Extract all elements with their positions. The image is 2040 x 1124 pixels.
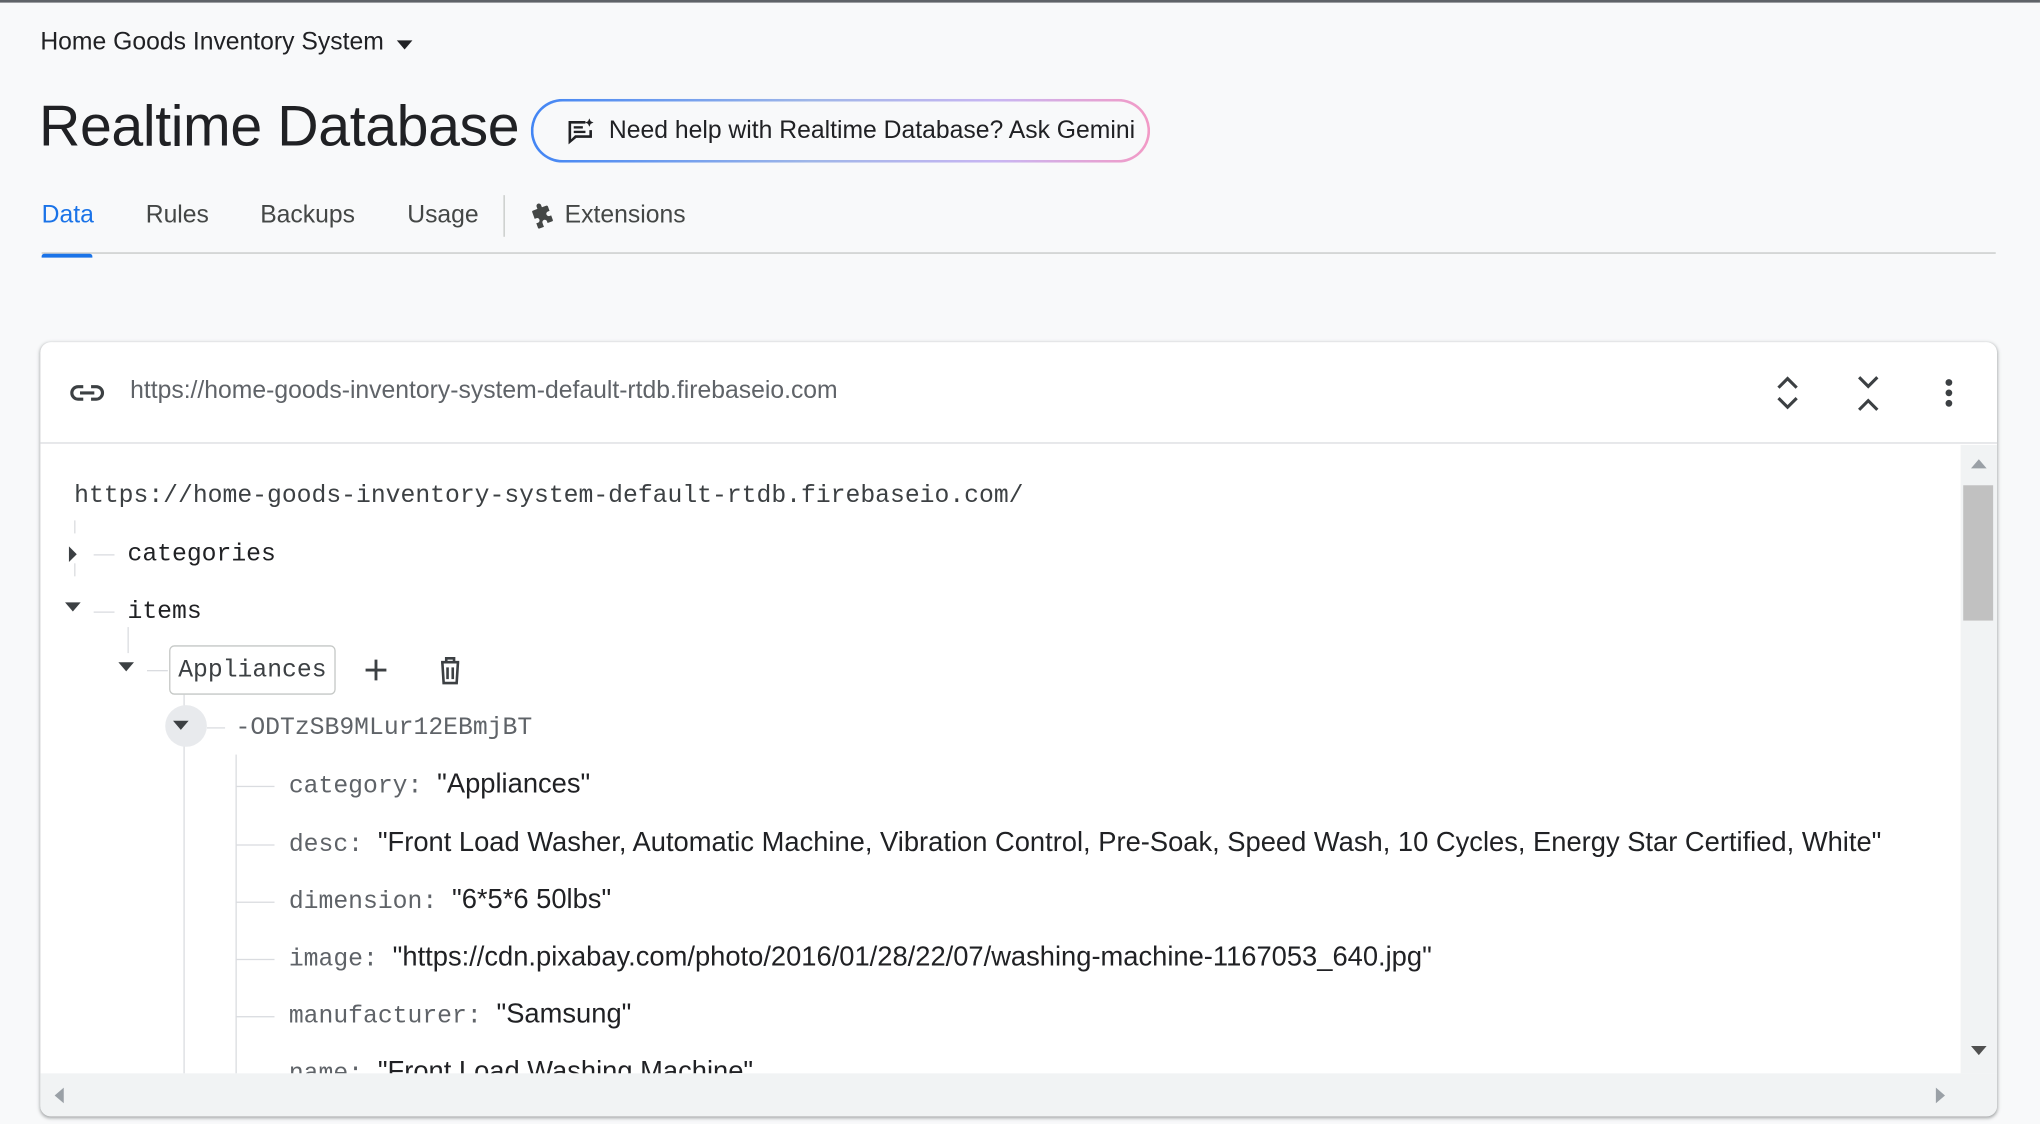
project-name: Home Goods Inventory System <box>40 28 384 56</box>
database-tree: https://home-goods-inventory-system-defa… <box>40 445 1960 1074</box>
expand-all-icon[interactable] <box>1765 371 1809 415</box>
link-icon[interactable] <box>69 377 105 408</box>
field-dimension[interactable]: dimension: "6*5*6 50lbs" <box>289 885 611 916</box>
horizontal-scrollbar[interactable] <box>40 1073 1998 1117</box>
field-image[interactable]: image: "https://cdn.pixabay.com/photo/20… <box>289 942 1432 973</box>
panel-header: https://home-goods-inventory-system-defa… <box>40 342 1998 444</box>
trash-icon[interactable] <box>436 654 465 685</box>
field-desc[interactable]: desc: "Front Load Washer, Automatic Mach… <box>289 827 1882 858</box>
node-record-id[interactable]: -ODTzSB9MLur12EBmjBT <box>235 713 532 742</box>
tab-usage[interactable]: Usage <box>407 202 478 231</box>
ask-gemini-button[interactable]: Need help with Realtime Database? Ask Ge… <box>531 99 1150 163</box>
tab-backups[interactable]: Backups <box>260 202 355 231</box>
tab-divider <box>503 195 505 237</box>
tab-extensions-label: Extensions <box>564 201 686 229</box>
tab-extensions[interactable]: Extensions <box>528 201 686 231</box>
plus-icon[interactable] <box>362 656 391 685</box>
root-url: https://home-goods-inventory-system-defa… <box>74 481 1024 510</box>
more-vert-icon[interactable] <box>1927 371 1971 415</box>
collapse-all-icon[interactable] <box>1846 371 1890 415</box>
scroll-up-icon[interactable] <box>1970 457 1988 470</box>
database-panel: https://home-goods-inventory-system-defa… <box>40 342 1998 1117</box>
node-appliances-key[interactable]: Appliances <box>169 645 336 695</box>
top-border <box>0 0 2040 3</box>
database-url[interactable]: https://home-goods-inventory-system-defa… <box>130 377 838 406</box>
ask-gemini-label: Need help with Realtime Database? Ask Ge… <box>608 116 1136 144</box>
collapse-arrow-icon[interactable] <box>173 720 189 730</box>
puzzle-icon <box>532 203 553 229</box>
scroll-down-icon[interactable] <box>1970 1045 1988 1058</box>
field-name[interactable]: name: "Front Load Washing Machine" <box>289 1056 753 1073</box>
page-title: Realtime Database <box>39 94 520 159</box>
tab-data-label: Data <box>41 201 94 229</box>
tab-rules[interactable]: Rules <box>146 202 209 231</box>
vertical-scroll-thumb[interactable] <box>1963 485 1994 621</box>
scroll-right-icon[interactable] <box>1935 1086 1948 1104</box>
scroll-left-icon[interactable] <box>52 1086 65 1104</box>
project-selector[interactable]: Home Goods Inventory System <box>40 28 413 58</box>
node-categories[interactable]: categories <box>127 540 275 569</box>
field-manufacturer[interactable]: manufacturer: "Samsung" <box>289 999 632 1030</box>
caret-down-icon <box>396 39 413 49</box>
tab-backups-label: Backups <box>260 201 356 229</box>
tab-rules-label: Rules <box>145 201 209 229</box>
tab-bar: Data Rules Backups Usage Extensions <box>41 195 1996 258</box>
chat-spark-icon <box>568 117 594 144</box>
collapse-arrow-icon[interactable] <box>65 602 81 612</box>
tab-usage-label: Usage <box>407 201 479 229</box>
expand-arrow-icon[interactable] <box>68 546 77 563</box>
tab-data[interactable]: Data <box>41 201 94 258</box>
node-items[interactable]: items <box>127 597 201 626</box>
active-tab-indicator <box>41 253 93 258</box>
node-appliances-label: Appliances <box>178 655 327 685</box>
field-category[interactable]: category: "Appliances" <box>289 769 590 800</box>
collapse-arrow-icon[interactable] <box>118 662 135 672</box>
